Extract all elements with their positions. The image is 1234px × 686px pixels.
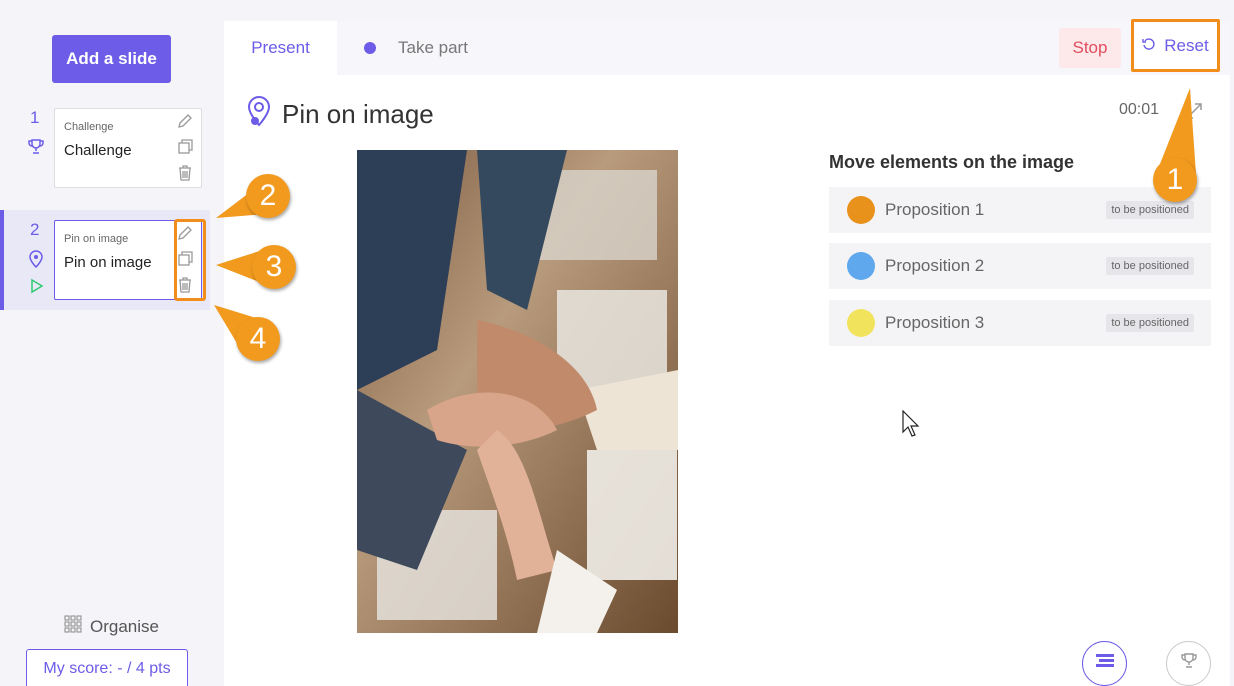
slide-number: 2	[30, 220, 40, 239]
proposition-label: Proposition 1	[885, 200, 985, 219]
trophy-icon	[1180, 652, 1198, 675]
grid-icon	[64, 615, 82, 638]
callout-4: 4	[214, 305, 286, 363]
add-slide-button[interactable]: Add a slide	[52, 35, 171, 83]
callout-number: 1	[1153, 158, 1197, 202]
organise-label: Organise	[90, 616, 159, 636]
status-badge: to be positioned	[1106, 257, 1194, 275]
proposition-color-dot[interactable]	[847, 309, 875, 337]
play-icon[interactable]	[27, 277, 45, 295]
proposition-label: Proposition 2	[885, 256, 985, 275]
tab-take-part[interactable]: Take part	[364, 21, 468, 75]
slide-number: 1	[30, 108, 40, 127]
main-panel: Present Take part Stop Reset Pin on imag…	[224, 19, 1230, 686]
trophy-icon	[27, 138, 45, 156]
my-score-button[interactable]: My score: - / 4 pts	[26, 649, 188, 686]
highlight-box	[174, 219, 206, 301]
image-canvas[interactable]	[357, 150, 678, 633]
proposition-color-dot[interactable]	[847, 196, 875, 224]
callout-3: 3	[216, 243, 300, 293]
leaderboard-button[interactable]	[1166, 641, 1211, 686]
callout-1: 1	[1150, 84, 1202, 202]
slide-item-1[interactable]: 1 Challenge Challenge	[0, 108, 210, 208]
slide-type-label: Challenge	[64, 121, 114, 133]
slide-title-text: Pin on image	[282, 99, 434, 129]
sidebar: Add a slide 1 Challenge Challenge 2 Pin …	[0, 0, 222, 686]
callout-number: 3	[252, 245, 296, 289]
active-indicator	[0, 210, 4, 310]
list-icon	[1095, 654, 1114, 673]
tab-take-part-label: Take part	[398, 38, 468, 57]
duplicate-icon[interactable]	[176, 138, 194, 156]
proposition-color-dot[interactable]	[847, 252, 875, 280]
reset-icon	[1142, 36, 1156, 56]
edit-icon[interactable]	[176, 112, 194, 130]
callout-number: 4	[236, 317, 280, 361]
proposition-item[interactable]: Proposition 3 to be positioned	[829, 300, 1211, 346]
slide-actions	[176, 112, 200, 190]
proposition-label: Proposition 3	[885, 313, 985, 332]
slide-title: Challenge	[64, 142, 132, 159]
organise-button[interactable]: Organise	[64, 615, 159, 638]
status-dot	[364, 42, 376, 54]
map-pin-icon	[27, 250, 45, 269]
results-button[interactable]	[1082, 641, 1127, 686]
reset-button[interactable]: Reset	[1131, 19, 1220, 72]
tab-present[interactable]: Present	[224, 21, 337, 75]
proposition-item[interactable]: Proposition 2 to be positioned	[829, 243, 1211, 289]
reset-label: Reset	[1164, 35, 1209, 55]
callout-number: 2	[246, 174, 290, 218]
tab-bar: Present Take part Stop Reset	[224, 19, 1230, 75]
mouse-cursor-icon	[902, 409, 922, 443]
status-badge: to be positioned	[1106, 201, 1194, 219]
delete-icon[interactable]	[176, 164, 194, 182]
page-title: Pin on image	[246, 95, 434, 134]
slide-title: Pin on image	[64, 254, 152, 271]
stop-button[interactable]: Stop	[1059, 28, 1121, 68]
slide-type-label: Pin on image	[64, 233, 129, 245]
panel-title: Move elements on the image	[829, 152, 1075, 172]
map-pin-icon	[246, 95, 272, 134]
status-badge: to be positioned	[1106, 314, 1194, 332]
callout-2: 2	[216, 172, 294, 222]
